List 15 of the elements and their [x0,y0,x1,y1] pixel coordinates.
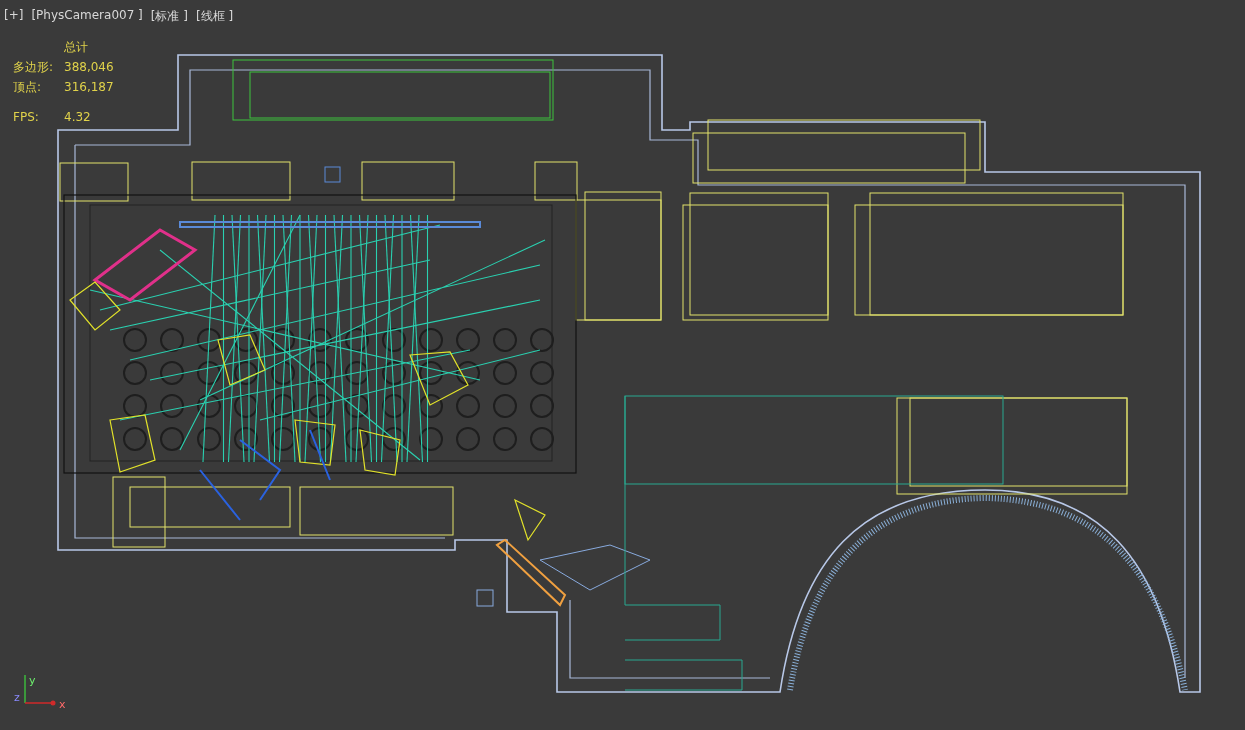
stat-label: 多边形: [13,59,55,76]
stats-header: 总计 [63,39,89,56]
fps-value: 4.32 [64,109,91,126]
axis-label: z [14,691,20,704]
viewport-menu-label[interactable]: [线框 ] [196,8,234,25]
viewport-menu-label[interactable]: [标准 ] [150,8,188,25]
axis-label: x [59,698,66,711]
viewport-menu-label[interactable]: [PhysCamera007 ] [31,8,143,25]
stat-value: 388,046 [64,59,114,76]
stat-label: 顶点: [13,79,43,96]
fps-label: FPS: [13,109,40,126]
axis-gizmo-icon [24,674,56,706]
stat-value: 316,187 [64,79,114,96]
axis-label: y [29,674,36,687]
viewport-menu-label[interactable]: [+] [4,8,24,25]
